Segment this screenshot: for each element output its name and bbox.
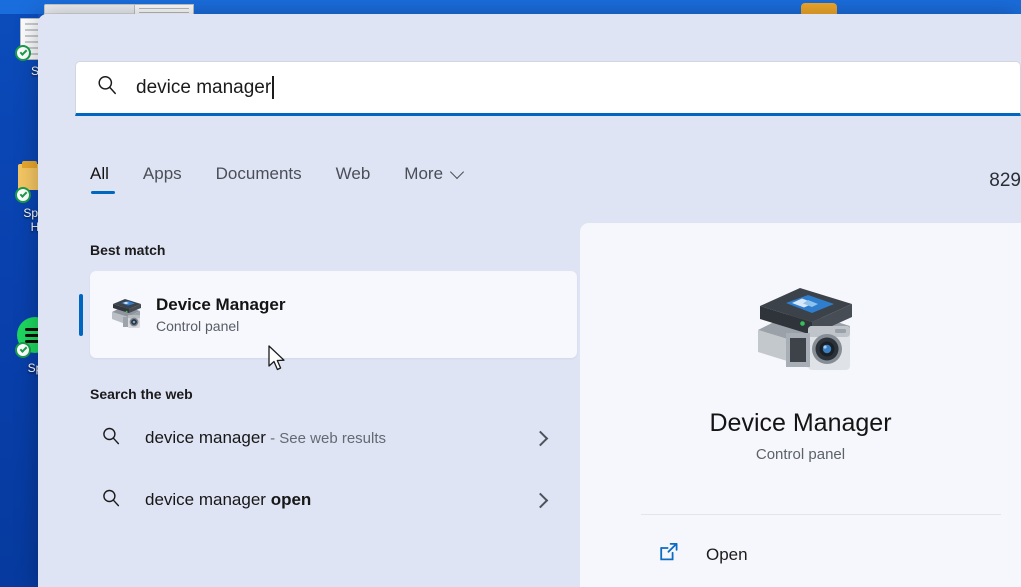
best-match-title: Device Manager xyxy=(156,294,285,315)
web-result-row[interactable]: device manager open xyxy=(90,477,580,523)
web-result-suffix: - See web results xyxy=(266,430,386,447)
device-manager-icon-large xyxy=(742,369,860,386)
screen: S Spic H Sp dev xyxy=(0,0,1021,587)
selection-accent-bar xyxy=(79,294,83,336)
search-the-web-heading: Search the web xyxy=(90,386,580,402)
search-filter-tabs: All Apps Documents Web More xyxy=(90,164,462,196)
onedrive-sync-icon xyxy=(15,187,31,203)
desktop-left-strip xyxy=(0,0,38,587)
preview-divider xyxy=(641,514,1001,515)
tab-web[interactable]: Web xyxy=(336,164,371,196)
counter-text: 829 xyxy=(989,170,1021,192)
preview-pane: Device Manager Control panel Open xyxy=(580,223,1021,587)
search-icon xyxy=(101,426,121,451)
web-result-row[interactable]: device manager - See web results xyxy=(90,415,580,461)
web-result-suffix: open xyxy=(271,490,312,509)
search-the-web-section: Search the web device manager - See web … xyxy=(90,386,580,523)
device-manager-icon xyxy=(102,298,148,332)
tab-documents[interactable]: Documents xyxy=(216,164,302,196)
tab-apps[interactable]: Apps xyxy=(143,164,182,196)
onedrive-sync-icon xyxy=(15,45,31,61)
mouse-cursor xyxy=(268,345,288,373)
tab-all[interactable]: All xyxy=(90,164,109,196)
open-label: Open xyxy=(706,545,748,565)
tab-more[interactable]: More xyxy=(404,164,462,196)
chevron-right-icon xyxy=(533,492,549,508)
chevron-down-icon xyxy=(450,165,464,179)
search-input-value: device manager xyxy=(136,77,271,99)
search-input[interactable]: device manager xyxy=(75,61,1021,116)
preview-subtitle: Control panel xyxy=(580,446,1021,463)
best-match-heading: Best match xyxy=(90,242,580,258)
onedrive-sync-icon xyxy=(15,342,31,358)
background-window-titlebar xyxy=(45,5,141,14)
search-results-list: Best match xyxy=(90,242,580,523)
open-button[interactable]: Open xyxy=(658,541,748,568)
external-link-icon xyxy=(658,541,680,568)
best-match-subtitle: Control panel xyxy=(156,317,285,336)
web-result-query: device manager xyxy=(145,428,266,447)
text-caret xyxy=(272,76,274,99)
web-result-query: device manager xyxy=(145,490,271,509)
search-icon xyxy=(101,488,121,513)
best-match-result[interactable]: Device Manager Control panel xyxy=(90,271,577,358)
search-icon xyxy=(96,74,118,101)
preview-title: Device Manager xyxy=(580,409,1021,438)
chevron-right-icon xyxy=(533,430,549,446)
search-flyout: device manager All Apps Documents Web Mo… xyxy=(38,14,1021,587)
